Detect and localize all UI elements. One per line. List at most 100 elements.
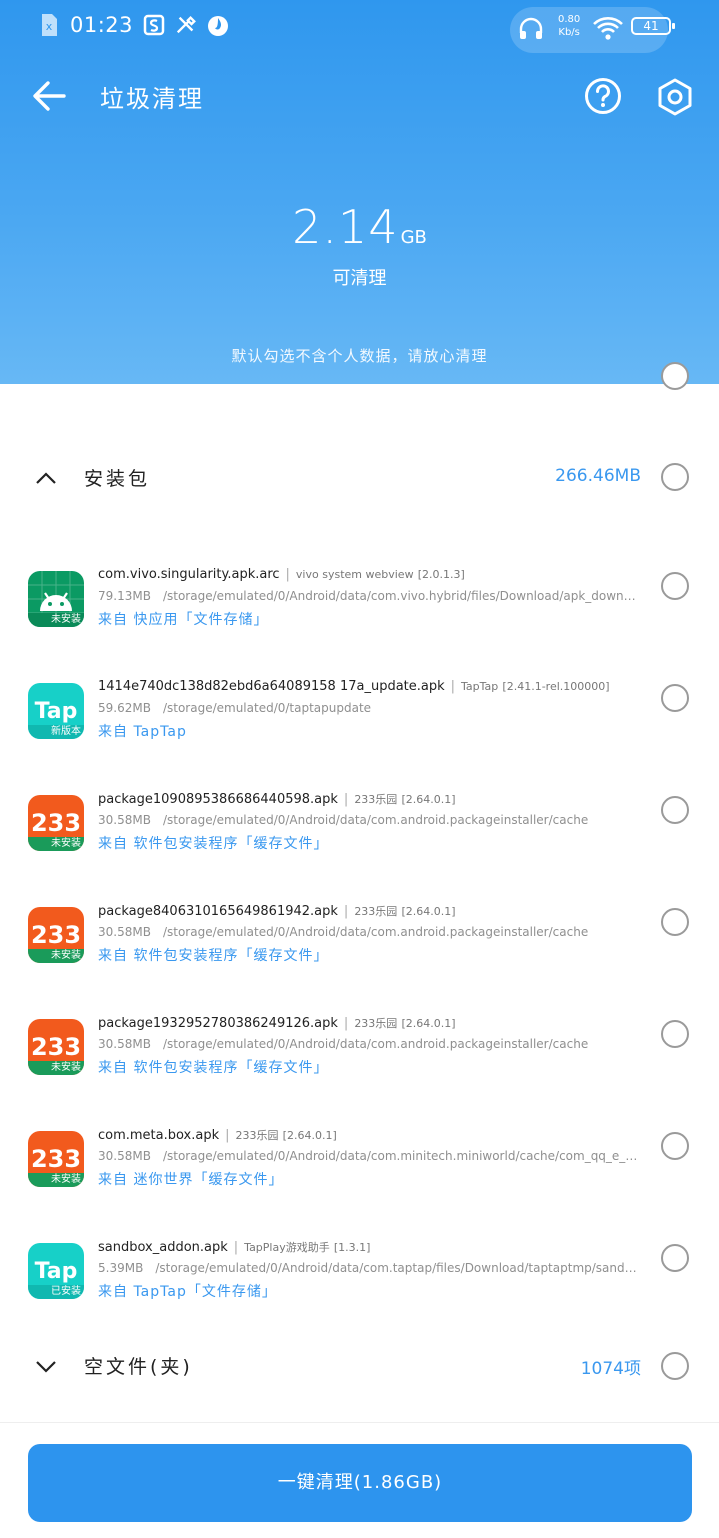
app-version: [1.3.1] [333,1241,371,1254]
select-radio[interactable] [661,908,689,936]
file-path: 30.58MB/storage/emulated/0/Android/data/… [98,1037,638,1051]
select-radio-section[interactable] [661,463,689,491]
list-item[interactable]: 233 未安装 package1932952780386249126.apk | 233… [0,1007,719,1107]
file-path: 5.39MB/storage/emulated/0/Android/data/c… [98,1261,638,1275]
file-location: /storage/emulated/0/Android/data/com.viv… [162,589,638,603]
select-radio[interactable] [661,572,689,600]
file-source: 来自 软件包安装程序「缓存文件」 [98,836,329,852]
app-version: [2.64.0.1] [401,905,456,918]
section-count: 1074项 [580,1359,641,1379]
233-icon: 233 未安装 [28,1131,84,1187]
file-location: /storage/emulated/0/Android/data/com.and… [162,925,589,939]
shopping-icon [143,12,165,38]
select-radio[interactable] [661,684,689,712]
section-empty-files[interactable]: 空文件(夹) 1074项 [0,1336,719,1396]
app-version: [2.64.0.1] [401,793,456,806]
233-icon: 233 未安装 [28,795,84,851]
sim-card-icon: x [38,12,60,38]
select-radio-section[interactable] [661,1352,689,1380]
install-badge: 已安装 [28,1285,84,1299]
list-item[interactable]: 233 未安装 package1090895386686440598.apk | 233… [0,783,719,883]
file-name: 1414e740dc138d82ebd6a64089158 17a_update… [98,679,610,694]
svg-text:233: 233 [31,1033,81,1061]
file-path: 30.58MB/storage/emulated/0/Android/data/… [98,813,638,827]
install-badge: 未安装 [28,949,84,963]
233-icon: 233 未安装 [28,907,84,963]
file-size: 30.58MB [98,813,151,827]
app-name: TapPlay游戏助手 [244,1241,330,1254]
help-icon[interactable] [584,77,622,115]
file-source: 来自 快应用「文件存储」 [98,612,269,628]
status-pill: 0.80 Kb/s 41 [510,7,675,53]
app-version: [2.0.1.3] [417,568,465,581]
select-radio-previous[interactable] [661,362,689,390]
headphones-icon [518,17,544,45]
app-version: [2.64.0.1] [282,1129,337,1142]
one-click-clean-button[interactable]: 一键清理(1.86GB) [28,1444,692,1522]
size-unit: GB [400,227,427,248]
cleanable-label: 可清理 [332,268,387,289]
flame-app-icon [207,12,229,38]
app-name: 233乐园 [354,793,398,806]
file-name: package8406310165649861942.apk | 233乐园 [2.… [98,904,456,919]
section-apk[interactable]: 安装包 266.46MB [0,448,719,508]
file-name: package1090895386686440598.apk | 233乐园 [2.… [98,792,456,807]
app-name: vivo system webview [295,568,414,581]
divider [0,1422,719,1423]
svg-text:233: 233 [31,921,81,949]
file-path: 30.58MB/storage/emulated/0/Android/data/… [98,925,638,939]
svg-text:x: x [46,20,53,33]
file-name: com.meta.box.apk | 233乐园 [2.64.0.1] [98,1128,337,1143]
file-path: 59.62MB/storage/emulated/0/taptapupdate [98,701,638,715]
install-badge: 未安装 [28,837,84,851]
app-name: 233乐园 [354,1017,398,1030]
select-radio[interactable] [661,1132,689,1160]
settings-gear-icon[interactable] [655,77,695,117]
section-title: 空文件(夹) [84,1356,193,1378]
chevron-down-icon[interactable] [34,1356,58,1376]
file-path: 79.13MB/storage/emulated/0/Android/data/… [98,589,638,603]
file-size: 30.58MB [98,1149,151,1163]
svg-text:233: 233 [31,809,81,837]
select-radio[interactable] [661,796,689,824]
svg-text:233: 233 [31,1145,81,1173]
file-name: com.vivo.singularity.apk.arc | vivo system… [98,567,465,582]
file-name: sandbox_addon.apk | TapPlay游戏助手 [1.3.1] [98,1240,371,1255]
file-source: 来自 迷你世界「缓存文件」 [98,1172,284,1188]
file-path: 30.58MB/storage/emulated/0/Android/data/… [98,1149,638,1163]
app-bar: 垃圾清理 [0,66,719,126]
file-source: 来自 软件包安装程序「缓存文件」 [98,948,329,964]
file-source: 来自 软件包安装程序「缓存文件」 [98,1060,329,1076]
svg-text:Tap: Tap [35,699,78,724]
list-item[interactable]: 233 未安装 com.meta.box.apk | 233乐园 [2.64.0.1] 3… [0,1119,719,1219]
file-size: 59.62MB [98,701,151,715]
list-item[interactable]: Tap 已安装 sandbox_addon.apk | TapPlay游戏助手 [1.3… [0,1231,719,1331]
app-version: [2.64.0.1] [401,1017,456,1030]
list-item[interactable]: 233 未安装 package8406310165649861942.apk | 233… [0,895,719,995]
status-time: 01:23 [70,13,134,37]
file-source: 来自 TapTap [98,724,187,740]
section-size: 266.46MB [555,466,641,486]
file-location: /storage/emulated/0/taptapupdate [162,701,372,715]
section-title: 安装包 [84,468,151,490]
select-radio[interactable] [661,1244,689,1272]
file-name: package1932952780386249126.apk | 233乐园 [2.… [98,1016,456,1031]
size-value: 2.14 [292,200,399,254]
net-speed: 0.80 Kb/s [558,14,581,38]
file-source: 来自 TapTap「文件存储」 [98,1284,277,1300]
file-size: 5.39MB [98,1261,144,1275]
select-radio[interactable] [661,1020,689,1048]
chevron-up-icon[interactable] [34,468,58,488]
back-arrow-icon[interactable] [30,78,68,114]
status-bar: x 01:23 0.80 Kb/s 41 [0,0,719,54]
list-item[interactable]: 未安装 com.vivo.singularity.apk.arc | vivo sys… [0,559,719,659]
install-badge: 未安装 [28,613,84,627]
list-item[interactable]: Tap 新版本 1414e740dc138d82ebd6a64089158 17a_… [0,671,719,771]
cleanable-size: 2.14 GB [0,200,719,254]
tools-icon [175,12,197,38]
battery-icon: 41 [631,17,675,35]
svg-text:Tap: Tap [35,1259,78,1284]
file-size: 30.58MB [98,1037,151,1051]
android-icon: 未安装 [28,571,84,627]
app-name: 233乐园 [354,905,398,918]
